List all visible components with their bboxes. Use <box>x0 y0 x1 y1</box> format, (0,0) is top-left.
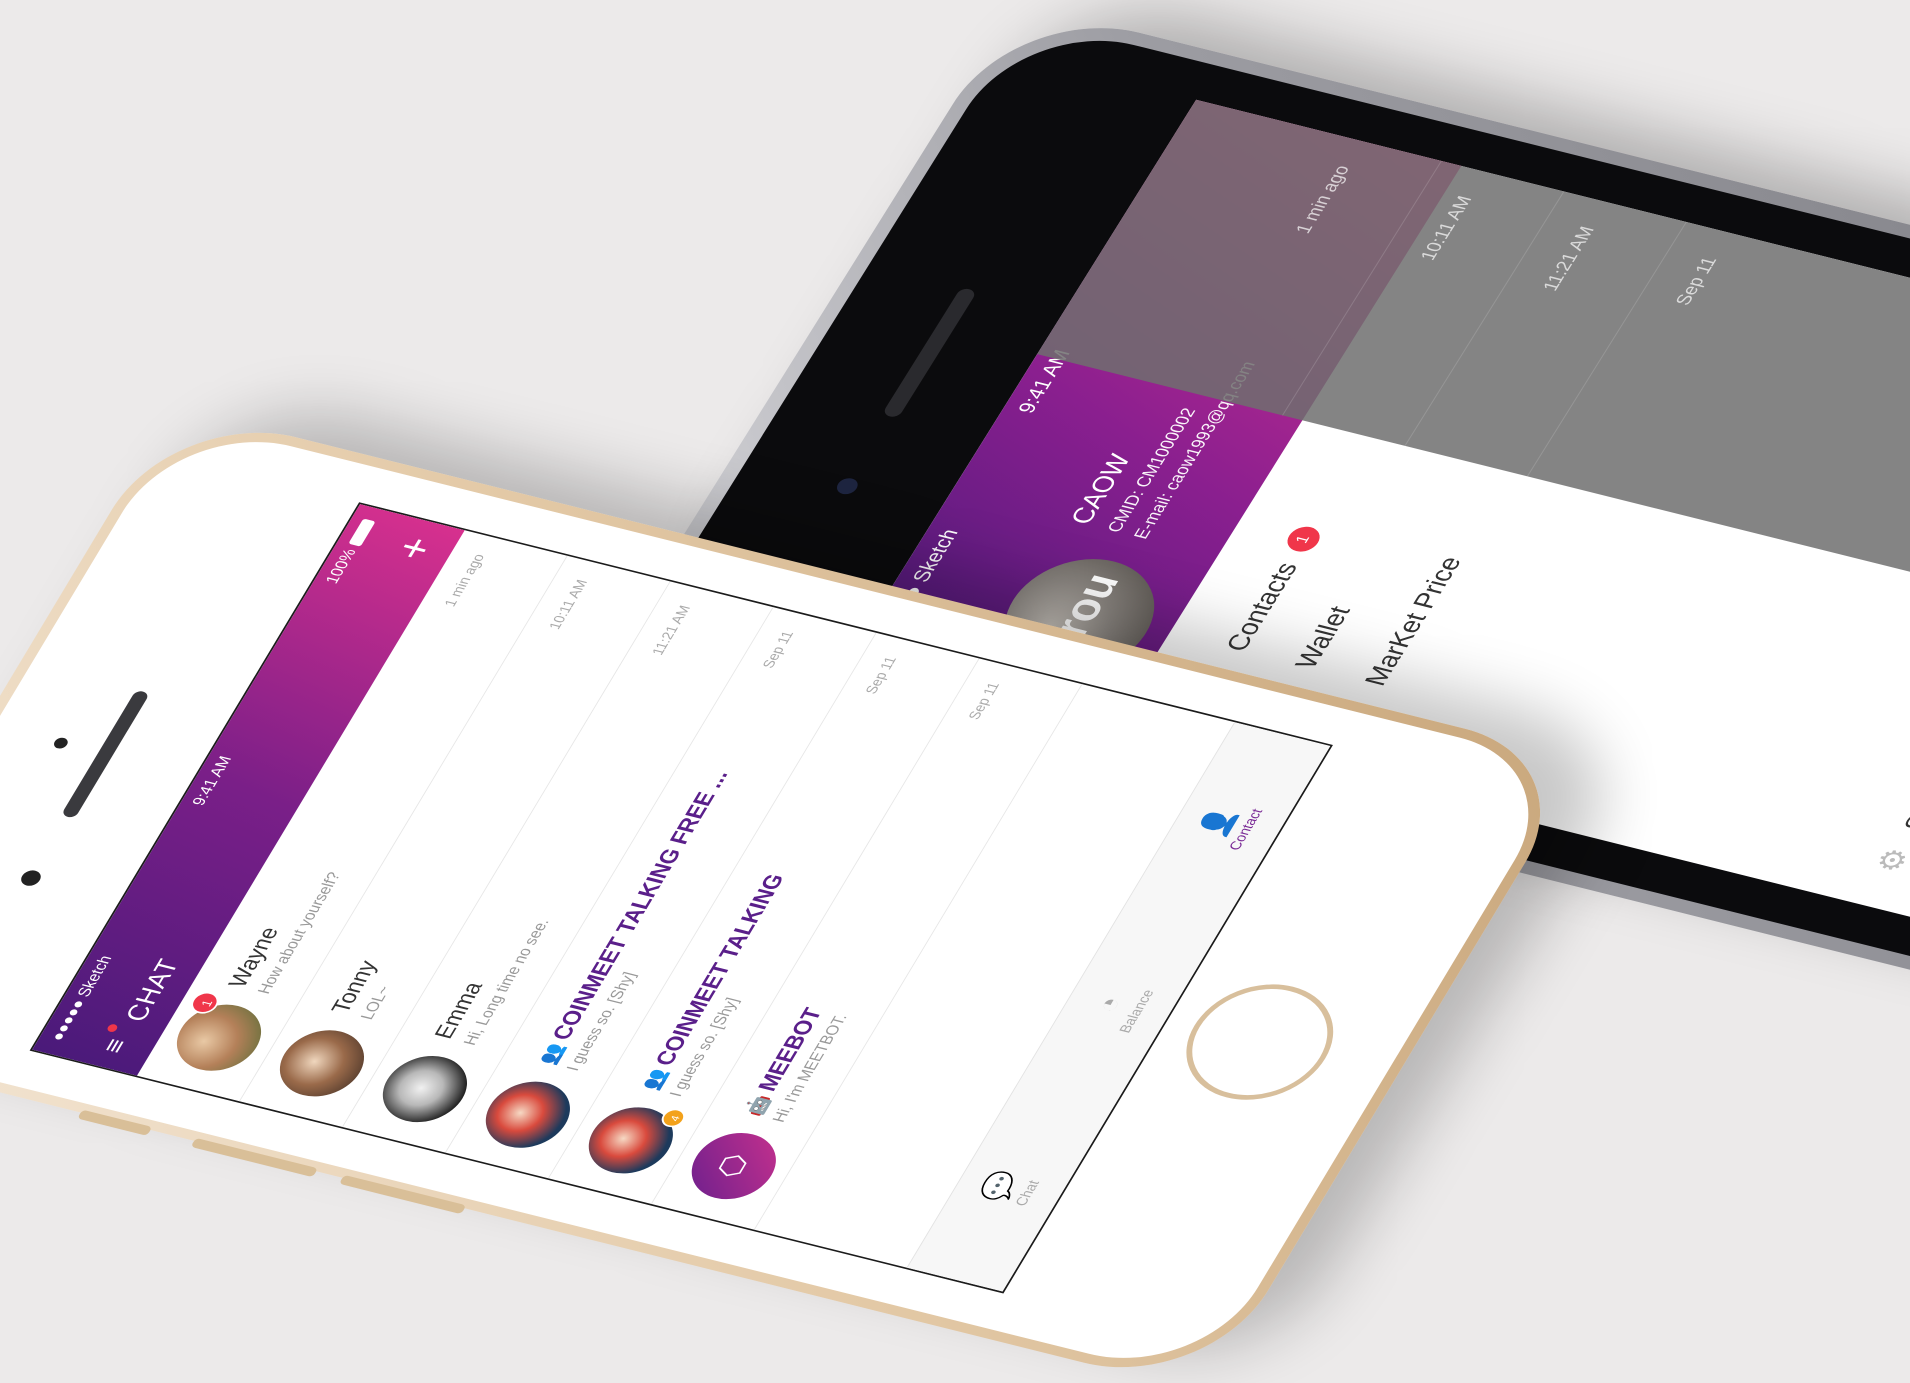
pie-chart-icon: ◔ <box>1088 993 1129 1016</box>
avatar <box>368 1047 482 1131</box>
chat-list: 1 Wayne How about yourself? 1 min ago To… <box>136 530 1083 1230</box>
overlay-timestamp: 10:11 AM <box>1416 193 1477 263</box>
chat-time: 10:11 AM <box>546 578 592 632</box>
chat-time: Sep 11 <box>863 655 900 696</box>
mockup-scene: ●●●●● Sketch 9:41 AM grou CAOW CMID: CM1… <box>0 0 1910 1383</box>
overlay-timestamp: 1 min ago <box>1291 163 1354 236</box>
menu-notification-dot <box>105 1023 119 1033</box>
chat-time: Sep 11 <box>966 681 1003 722</box>
tab-label: Balance <box>1116 988 1157 1035</box>
group-icon: 👥 <box>637 1066 672 1093</box>
overlay-divider <box>1404 191 1565 446</box>
add-chat-button[interactable]: + <box>386 532 445 564</box>
avatar <box>162 996 276 1079</box>
avatar <box>471 1073 585 1156</box>
chat-time: Sep 11 <box>760 629 798 670</box>
earpiece-speaker <box>881 287 978 419</box>
chat-time: 11:21 AM <box>649 604 695 657</box>
home-button[interactable] <box>1161 970 1359 1114</box>
proximity-sensor <box>51 736 71 750</box>
gear-icon: ⚙ <box>1869 844 1910 876</box>
battery-percent: 100% <box>321 547 360 586</box>
battery-icon <box>347 518 376 547</box>
chat-time: 1 min ago <box>442 552 489 609</box>
hamburger-menu-icon[interactable]: ≡ <box>97 1036 134 1056</box>
robot-icon: ⎔ <box>710 1150 757 1182</box>
overlay-timestamp: Sep 11 <box>1671 254 1721 308</box>
overlay-divider <box>1526 221 1687 477</box>
overlay-timestamp: 11:21 AM <box>1538 224 1599 293</box>
front-camera <box>17 868 45 888</box>
earpiece-speaker <box>60 689 150 819</box>
tab-balance[interactable]: ◔ Balance <box>1017 904 1221 1110</box>
avatar: ⎔ <box>677 1124 791 1208</box>
overlay-divider <box>1281 160 1442 416</box>
menu-item-settings[interactable]: ⚙ Settings <box>1869 746 1910 876</box>
settings-label: Settings <box>1896 746 1910 834</box>
front-camera <box>833 476 862 497</box>
tab-contact[interactable]: 👤 Contact <box>1126 722 1330 928</box>
status-time: 9:41 AM <box>188 754 236 808</box>
group-icon: 👥 <box>534 1041 569 1067</box>
avatar <box>265 1022 379 1105</box>
contacts-badge: 1 <box>1281 524 1326 555</box>
tab-chat[interactable]: 💬 Chat <box>907 1086 1111 1292</box>
bot-icon: 🤖 <box>740 1092 775 1119</box>
